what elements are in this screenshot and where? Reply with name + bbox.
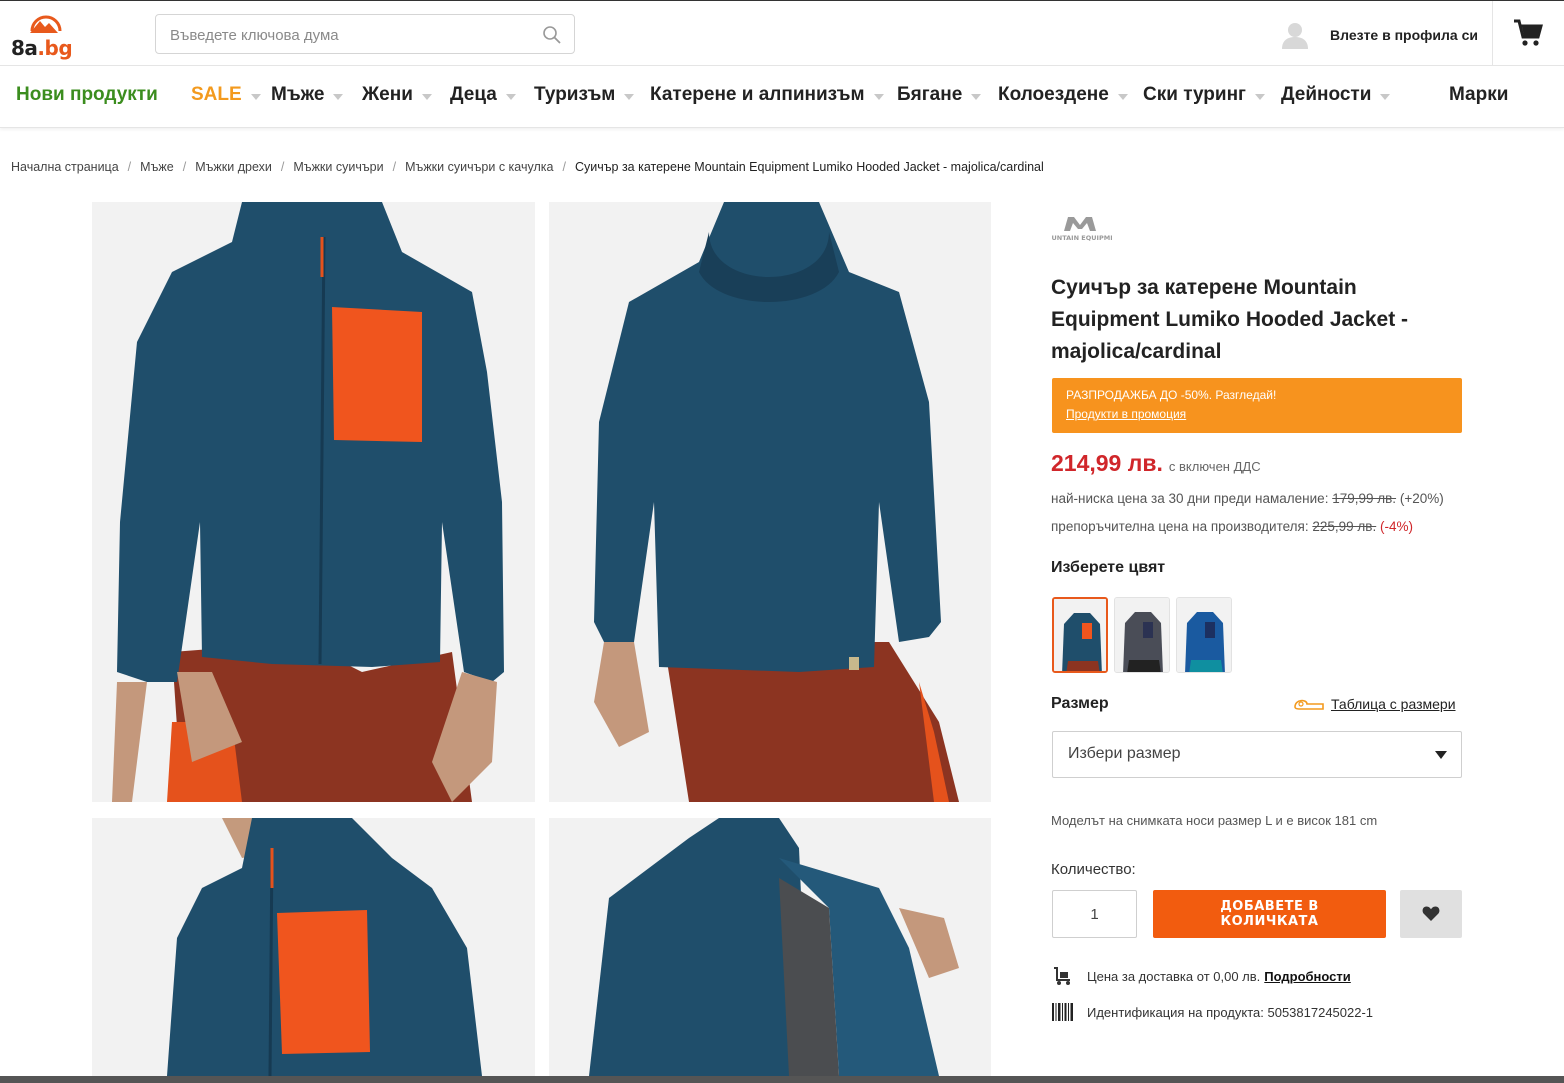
product-photo-front[interactable] xyxy=(92,202,535,802)
cart-icon[interactable] xyxy=(1512,17,1544,49)
quantity-input[interactable] xyxy=(1052,890,1137,938)
breadcrumb-current: Суичър за катерене Mountain Equipment Lu… xyxy=(574,160,1044,174)
product-title: Суичър за катерене Mountain Equipment Lu… xyxy=(1051,276,1409,363)
chevron-down-icon xyxy=(421,93,432,100)
price-row: 214,99 лв. с включен ДДС xyxy=(1051,450,1261,477)
chevron-down-icon xyxy=(624,93,635,100)
brand-logo[interactable]: MOUNTAIN EQUIPMENT xyxy=(1052,213,1112,249)
wishlist-button[interactable] xyxy=(1400,890,1462,938)
shipping-details-link[interactable]: Подробности xyxy=(1264,969,1351,984)
bottom-bar xyxy=(0,1076,1564,1083)
site-logo[interactable]: 8a.bg xyxy=(10,9,90,60)
promo-text[interactable]: РАЗПРОДАЖБА ДО -50%. Разгледай! xyxy=(1066,388,1448,402)
breadcrumb-item[interactable]: Мъже xyxy=(140,160,174,174)
breadcrumb-item[interactable]: Начална страница xyxy=(11,160,119,174)
nav-item-activities[interactable]: Дейности xyxy=(1281,84,1391,106)
nav-item-sale[interactable]: SALE xyxy=(191,84,261,106)
rrp-line: препоръчителна цена на производителя: 22… xyxy=(1051,519,1413,534)
search-box xyxy=(155,14,575,54)
search-input[interactable] xyxy=(170,24,530,46)
nav-item-men[interactable]: Мъже xyxy=(271,84,344,106)
chevron-down-icon xyxy=(1117,93,1128,100)
color-label: Изберете цвят xyxy=(1051,559,1166,576)
brand-logo-text: MOUNTAIN EQUIPMENT xyxy=(1052,234,1112,242)
quantity-label: Количество: xyxy=(1051,861,1136,878)
chevron-down-icon xyxy=(505,93,516,100)
main-nav: Нови продукти SALE Мъже Жени Деца Туризъ… xyxy=(0,66,1564,128)
color-swatch-majolica-cardinal[interactable] xyxy=(1052,597,1108,673)
size-table-link[interactable]: Таблица с размери xyxy=(1293,696,1456,712)
chevron-down-icon xyxy=(1380,93,1391,100)
size-label: Размер xyxy=(1051,695,1109,712)
chevron-down-icon xyxy=(333,93,344,100)
color-swatch-grey[interactable] xyxy=(1114,597,1170,673)
rrp-price: 225,99 лв. xyxy=(1312,519,1377,534)
nav-item-new-products[interactable]: Нови продукти xyxy=(16,84,158,106)
nav-item-women[interactable]: Жени xyxy=(362,84,432,106)
account-link[interactable]: Влезте в профила си xyxy=(1280,15,1478,55)
breadcrumb-item[interactable]: Мъжки суичъри xyxy=(293,160,383,174)
nav-item-climbing[interactable]: Катерене и алпинизъм xyxy=(650,84,884,106)
lowest-price: 179,99 лв. xyxy=(1332,491,1397,506)
chevron-down-icon xyxy=(1254,93,1265,100)
breadcrumb-item[interactable]: Мъжки суичъри с качулка xyxy=(405,160,553,174)
chevron-down-icon xyxy=(250,93,261,100)
search-icon[interactable] xyxy=(542,25,562,45)
breadcrumb: Начална страница / Мъже / Мъжки дрехи / Мъж… xyxy=(11,160,1044,174)
lowest-price-pct: (+20%) xyxy=(1399,491,1444,506)
nav-item-brands[interactable]: Марки xyxy=(1449,84,1508,106)
add-to-cart-button[interactable]: ДОБАВЕТЕ В КОЛИЧКАТА xyxy=(1153,890,1386,938)
lowest-price-line: най-ниска цена за 30 дни преди намаление… xyxy=(1051,491,1444,506)
shipping-line: Цена за доставка от 0,00 лв. Подробности xyxy=(1052,966,1351,986)
caret-down-icon xyxy=(1435,751,1447,759)
breadcrumb-item[interactable]: Мъжки дрехи xyxy=(195,160,272,174)
size-select-value: Избери размер xyxy=(1068,745,1181,762)
product-photo-detail-front[interactable] xyxy=(92,818,535,1076)
product-photo-detail-inside[interactable] xyxy=(549,818,991,1076)
nav-item-ski-touring[interactable]: Ски туринг xyxy=(1143,84,1265,106)
barcode-icon xyxy=(1052,1003,1073,1021)
chevron-down-icon xyxy=(971,93,982,100)
header-divider xyxy=(1492,1,1493,67)
heart-icon xyxy=(1422,906,1440,921)
model-size-note: Моделът на снимката носи размер L и е ви… xyxy=(1051,813,1378,828)
chevron-down-icon xyxy=(873,93,884,100)
site-header: 8a.bg Влезте в профила си xyxy=(0,0,1564,67)
product-photo-back[interactable] xyxy=(549,202,991,802)
vat-note: с включен ДДС xyxy=(1168,459,1261,474)
nav-item-cycling[interactable]: Колоездене xyxy=(998,84,1128,106)
logo-text: 8a.bg xyxy=(11,36,73,60)
delivery-cart-icon xyxy=(1054,967,1070,985)
nav-item-kids[interactable]: Деца xyxy=(450,84,516,106)
measuring-tape-icon xyxy=(1294,699,1324,710)
nav-item-running[interactable]: Бягане xyxy=(897,84,982,106)
product-id-line: Идентификация на продукта: 5053817245022… xyxy=(1052,1002,1373,1022)
rrp-pct: (-4%) xyxy=(1379,519,1413,534)
user-icon xyxy=(1282,23,1308,49)
color-swatch-blue[interactable] xyxy=(1176,597,1232,673)
product-price: 214,99 лв. xyxy=(1051,450,1163,476)
promo-link[interactable]: Продукти в промоция xyxy=(1066,407,1448,421)
size-select[interactable]: Избери размер xyxy=(1052,731,1462,778)
nav-item-hiking[interactable]: Туризъм xyxy=(534,84,635,106)
account-label: Влезте в профила си xyxy=(1330,27,1478,43)
promo-banner: РАЗПРОДАЖБА ДО -50%. Разгледай! Продукти… xyxy=(1052,378,1462,433)
